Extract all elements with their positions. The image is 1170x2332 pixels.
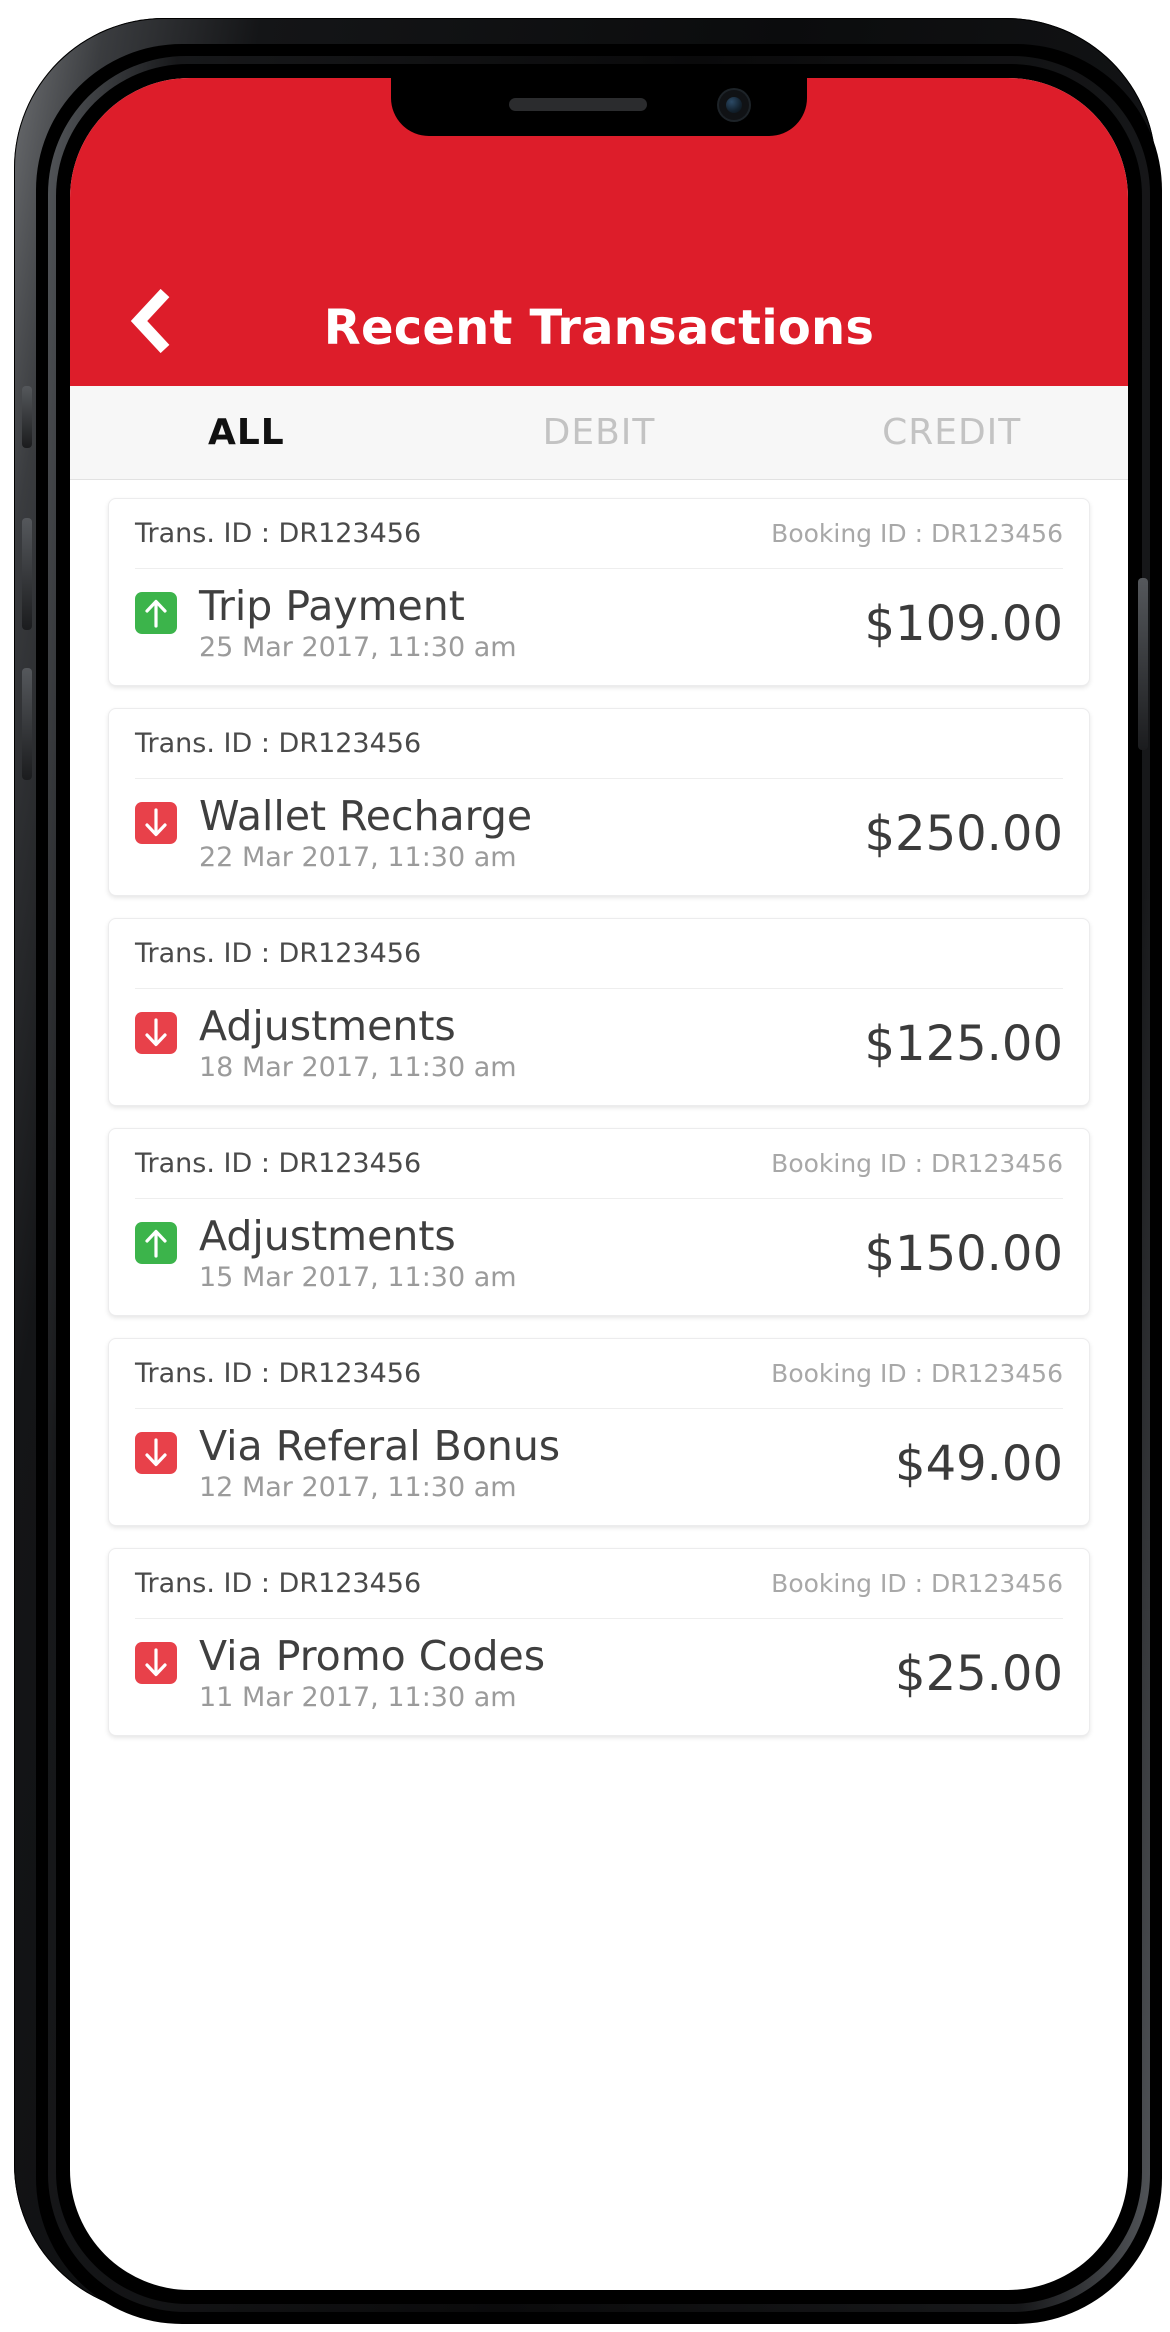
front-camera-lens-icon — [726, 97, 742, 113]
transaction-text: Trip Payment 25 Mar 2017, 11:30 am — [199, 582, 517, 664]
transaction-title: Adjustments — [199, 1212, 456, 1261]
transaction-card[interactable]: Trans. ID : DR123456 Booking ID : DR12345… — [108, 1338, 1090, 1527]
arrow-up-icon — [135, 1222, 177, 1265]
transaction-text: Adjustments 18 Mar 2017, 11:30 am — [199, 1002, 517, 1084]
chevron-left-icon — [127, 289, 171, 353]
page-title: Recent Transactions — [323, 300, 875, 356]
transaction-card[interactable]: Trans. ID : DR123456 Booking ID : DR12345… — [108, 498, 1090, 687]
transaction-card-body: Wallet Recharge 22 Mar 2017, 11:30 am $250… — [135, 779, 1063, 895]
transaction-card-body: Adjustments 18 Mar 2017, 11:30 am $125.00 — [135, 989, 1063, 1105]
transaction-amount: $125.00 — [864, 1016, 1064, 1073]
transaction-card[interactable]: Trans. ID : DR123456 Adjustments 18 Mar 20… — [108, 918, 1090, 1107]
transaction-title: Via Promo Codes — [199, 1632, 546, 1681]
transaction-info: Adjustments 18 Mar 2017, 11:30 am — [135, 1005, 517, 1083]
transaction-date: 12 Mar 2017, 11:30 am — [199, 1472, 517, 1504]
transaction-card-header: Trans. ID : DR123456 Booking ID : DR12345… — [135, 1129, 1063, 1200]
transaction-date: 25 Mar 2017, 11:30 am — [199, 632, 517, 664]
transaction-title: Via Referal Bonus — [199, 1422, 561, 1471]
arrow-down-icon — [135, 1012, 177, 1055]
transaction-card-body: Via Promo Codes 11 Mar 2017, 11:30 am $25.… — [135, 1619, 1063, 1735]
transaction-card-header: Trans. ID : DR123456 Booking ID : DR12345… — [135, 1339, 1063, 1410]
transaction-card-body: Trip Payment 25 Mar 2017, 11:30 am $109.00 — [135, 569, 1063, 685]
tab-debit[interactable]: DEBIT — [423, 386, 776, 479]
front-camera-icon — [719, 90, 749, 120]
arrow-down-icon — [135, 1432, 177, 1475]
transaction-card-body: Via Referal Bonus 12 Mar 2017, 11:30 am $4… — [135, 1409, 1063, 1525]
transaction-text: Wallet Recharge 22 Mar 2017, 11:30 am — [199, 792, 533, 874]
transaction-card[interactable]: Trans. ID : DR123456 Booking ID : DR12345… — [108, 1548, 1090, 1737]
transaction-amount: $250.00 — [864, 806, 1064, 863]
transaction-amount: $49.00 — [895, 1436, 1063, 1493]
transaction-text: Adjustments 15 Mar 2017, 11:30 am — [199, 1212, 517, 1294]
transaction-id-label: Trans. ID : DR123456 — [135, 518, 422, 549]
transaction-id-label: Trans. ID : DR123456 — [135, 938, 422, 970]
transaction-id-label: Trans. ID : DR123456 — [135, 728, 422, 760]
transaction-date: 22 Mar 2017, 11:30 am — [199, 842, 517, 874]
transaction-date: 11 Mar 2017, 11:30 am — [199, 1682, 517, 1714]
transaction-info: Via Promo Codes 11 Mar 2017, 11:30 am — [135, 1635, 545, 1713]
transaction-card-body: Adjustments 15 Mar 2017, 11:30 am $150.00 — [135, 1199, 1063, 1315]
transaction-title: Adjustments — [199, 1002, 456, 1051]
transaction-date: 18 Mar 2017, 11:30 am — [199, 1052, 517, 1084]
transaction-id-label: Trans. ID : DR123456 — [135, 1358, 422, 1390]
transaction-card[interactable]: Trans. ID : DR123456 Wallet Recharge 22 Ma… — [108, 708, 1090, 897]
booking-id-label: Booking ID : DR123456 — [771, 519, 1063, 548]
transaction-id-label: Trans. ID : DR123456 — [135, 1568, 422, 1600]
transaction-card-header: Trans. ID : DR123456 — [135, 919, 1063, 990]
arrow-down-icon — [135, 1642, 177, 1685]
transaction-info: Adjustments 15 Mar 2017, 11:30 am — [135, 1215, 517, 1293]
transaction-text: Via Referal Bonus 12 Mar 2017, 11:30 am — [199, 1422, 561, 1504]
booking-id-label: Booking ID : DR123456 — [771, 1149, 1063, 1179]
transaction-info: Trip Payment 25 Mar 2017, 11:30 am — [135, 582, 517, 664]
phone-screen: Recent Transactions ALL DEBIT CREDIT Tra… — [70, 78, 1128, 2290]
transaction-card[interactable]: Trans. ID : DR123456 Booking ID : DR12345… — [108, 1128, 1090, 1317]
transaction-card-header: Trans. ID : DR123456 Booking ID : DR12345… — [135, 1549, 1063, 1620]
transaction-amount: $25.00 — [895, 1646, 1063, 1703]
tab-bar: ALL DEBIT CREDIT — [70, 386, 1128, 480]
arrow-down-icon — [135, 802, 177, 845]
transaction-list[interactable]: Trans. ID : DR123456 Booking ID : DR12345… — [70, 480, 1128, 1737]
transaction-amount: $109.00 — [864, 596, 1064, 653]
booking-id-label: Booking ID : DR123456 — [771, 1569, 1063, 1599]
transaction-date: 15 Mar 2017, 11:30 am — [199, 1262, 517, 1294]
volume-down-button[interactable] — [22, 668, 32, 780]
transaction-card-header: Trans. ID : DR123456 Booking ID : DR12345… — [135, 499, 1063, 569]
volume-up-button[interactable] — [22, 518, 32, 630]
transaction-title: Wallet Recharge — [199, 792, 533, 841]
transaction-card-header: Trans. ID : DR123456 — [135, 709, 1063, 780]
transaction-title: Trip Payment — [199, 582, 465, 630]
transaction-info: Via Referal Bonus 12 Mar 2017, 11:30 am — [135, 1425, 560, 1503]
speaker-grille-icon — [509, 98, 647, 111]
transaction-amount: $150.00 — [864, 1226, 1064, 1283]
tab-all[interactable]: ALL — [70, 386, 423, 479]
tab-credit[interactable]: CREDIT — [775, 386, 1128, 479]
arrow-up-icon — [135, 592, 177, 634]
notch — [391, 78, 807, 136]
back-button[interactable] — [114, 286, 184, 356]
phone-device-frame: Recent Transactions ALL DEBIT CREDIT Tra… — [14, 18, 1162, 2324]
power-button[interactable] — [1138, 578, 1148, 750]
transaction-id-label: Trans. ID : DR123456 — [135, 1148, 422, 1180]
booking-id-label: Booking ID : DR123456 — [771, 1359, 1063, 1389]
transaction-info: Wallet Recharge 22 Mar 2017, 11:30 am — [135, 792, 533, 874]
silent-switch-button[interactable] — [22, 386, 32, 448]
transaction-text: Via Promo Codes 11 Mar 2017, 11:30 am — [199, 1632, 546, 1714]
